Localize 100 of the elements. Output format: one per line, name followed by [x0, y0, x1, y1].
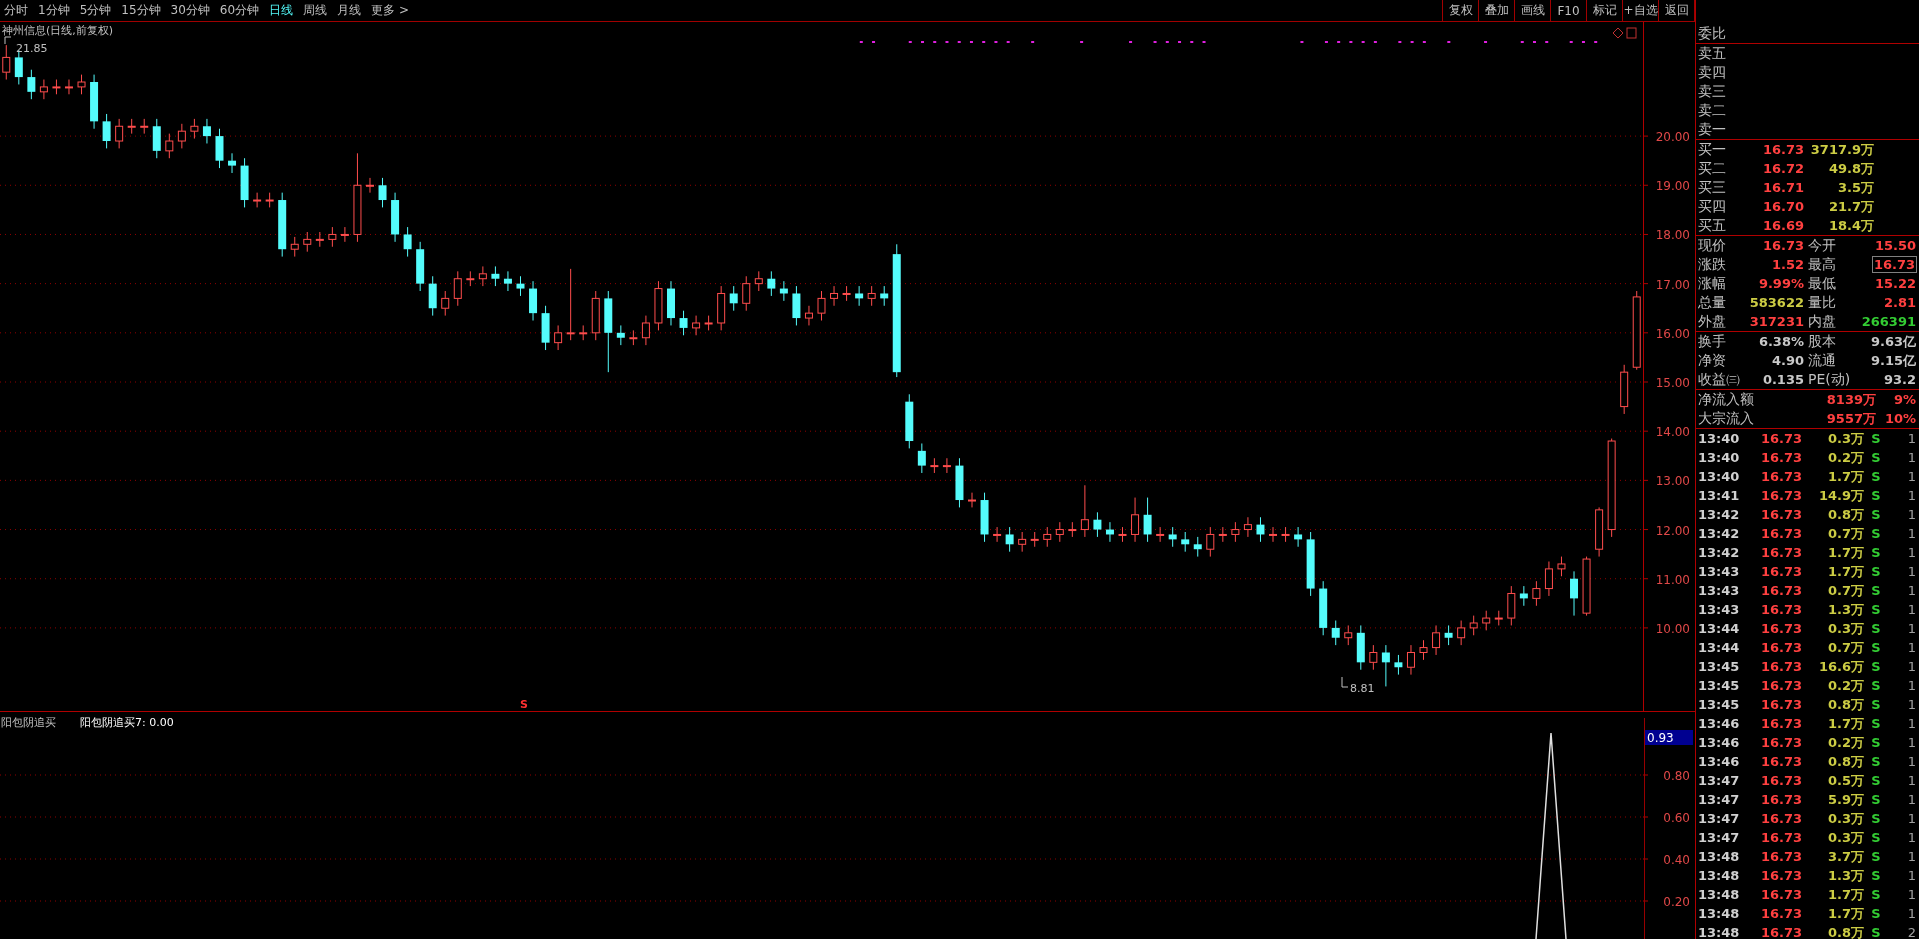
trade-volume: 0.8万	[1827, 752, 1864, 771]
indicator-reading: 阳包阴追买7: 0.00	[80, 716, 174, 729]
bid-volume: 21.7万	[1828, 197, 1874, 216]
trade-time: 13:42	[1698, 526, 1741, 541]
quote-label: 委比	[1698, 24, 1727, 43]
trade-side: S	[1870, 678, 1882, 693]
bid-label: 买三	[1698, 178, 1727, 197]
trade-volume: 1.3万	[1827, 866, 1864, 885]
trade-time: 13:48	[1698, 906, 1741, 921]
ask-label: 卖一	[1698, 120, 1727, 139]
trade-volume: 0.7万	[1827, 638, 1864, 657]
candlestick	[1093, 511, 1102, 538]
trade-count: 1	[1907, 488, 1916, 503]
trade-volume: 1.7万	[1827, 562, 1864, 581]
trade-time: 13:47	[1698, 830, 1741, 845]
trade-count: 1	[1907, 450, 1916, 465]
trade-side: S	[1870, 697, 1882, 712]
trade-side: S	[1870, 716, 1882, 731]
trade-side: S	[1870, 849, 1882, 864]
period-tab[interactable]: 1分钟	[38, 2, 70, 19]
period-tab[interactable]: 更多 >	[371, 2, 409, 19]
square-icon	[1626, 27, 1637, 39]
toolbar-button[interactable]: +自选	[1623, 0, 1659, 21]
price-axis-label: 20.00	[1655, 130, 1690, 145]
candlestick	[1256, 516, 1265, 543]
candlestick	[77, 74, 86, 95]
candlestick	[202, 118, 211, 144]
trade-count: 1	[1907, 697, 1916, 712]
trade-volume: 1.7万	[1827, 904, 1864, 923]
candlestick	[1544, 561, 1553, 597]
stat-value: 15.22	[1874, 276, 1916, 291]
candlestick	[566, 268, 575, 341]
trade-time: 13:45	[1698, 659, 1741, 674]
trade-price: 16.73	[1760, 621, 1802, 636]
current-value-tag: 0.93	[1645, 730, 1693, 745]
trade-price: 16.73	[1760, 697, 1802, 712]
bid-price: 16.73	[1762, 142, 1804, 157]
period-tab[interactable]: 周线	[303, 2, 328, 19]
stat-label: 涨幅	[1698, 274, 1727, 293]
leader-line	[4, 36, 12, 45]
trade-volume: 1.3万	[1827, 600, 1864, 619]
period-tab[interactable]: 分时	[4, 2, 28, 19]
candlestick	[1005, 526, 1014, 553]
trade-price: 16.73	[1760, 678, 1802, 693]
stat-value: 1.52	[1771, 257, 1804, 272]
period-tab[interactable]: 30分钟	[170, 2, 210, 19]
candlestick	[64, 79, 73, 95]
stat-label: 股本	[1807, 332, 1837, 351]
trade-volume: 1.7万	[1827, 543, 1864, 562]
candlestick	[365, 177, 374, 194]
trade-price: 16.73	[1760, 849, 1802, 864]
candlestick	[1168, 526, 1177, 548]
candlestick	[855, 285, 864, 307]
stat-label: 量比	[1807, 293, 1837, 312]
stat-value: 9.99%	[1758, 276, 1804, 291]
trade-price: 16.73	[1760, 507, 1802, 522]
trade-time: 13:43	[1698, 564, 1741, 579]
trade-side: S	[1870, 640, 1882, 655]
trade-time: 13:41	[1698, 488, 1741, 503]
trade-time: 13:46	[1698, 716, 1741, 731]
trade-volume: 0.8万	[1827, 505, 1864, 524]
trade-count: 1	[1907, 849, 1916, 864]
candlestick	[742, 275, 751, 312]
trade-price: 16.73	[1760, 792, 1802, 807]
trade-side: S	[1870, 659, 1882, 674]
price-axis-label: 16.00	[1655, 326, 1690, 341]
trade-side: S	[1870, 811, 1882, 826]
candlestick	[503, 270, 512, 292]
price-axis-label: 15.00	[1655, 376, 1690, 390]
trade-time: 13:48	[1698, 887, 1741, 902]
trade-price: 16.73	[1760, 545, 1802, 560]
period-tab[interactable]: 日线	[269, 2, 294, 19]
trade-price: 16.73	[1760, 431, 1802, 446]
candlestick	[1457, 620, 1466, 646]
price-axis-label: 18.00	[1655, 228, 1690, 243]
trade-side: S	[1870, 868, 1882, 883]
period-tab[interactable]: 5分钟	[79, 2, 112, 19]
trade-time: 13:40	[1698, 469, 1741, 484]
candlestick	[1344, 624, 1353, 646]
trade-time: 13:44	[1698, 621, 1741, 636]
trade-time: 13:47	[1698, 792, 1741, 807]
trade-count: 1	[1907, 830, 1916, 845]
trade-side: S	[1870, 925, 1882, 939]
candlestick	[641, 315, 650, 346]
stat-label: 涨跌	[1698, 255, 1727, 274]
trade-volume: 0.3万	[1827, 809, 1864, 828]
trade-time: 13:40	[1698, 431, 1741, 446]
candlestick	[1143, 497, 1152, 543]
period-tab[interactable]: 15分钟	[121, 2, 161, 19]
trade-price: 16.73	[1760, 868, 1802, 883]
candlestick	[1444, 624, 1453, 646]
candlestick	[679, 310, 688, 336]
stat-value: 15.50	[1874, 238, 1916, 253]
period-tab[interactable]: 60分钟	[219, 2, 260, 19]
trade-side: S	[1870, 754, 1882, 769]
trade-time: 13:46	[1698, 754, 1741, 769]
trade-side: S	[1870, 621, 1882, 636]
period-tab[interactable]: 月线	[337, 2, 362, 19]
trade-side: S	[1870, 887, 1882, 902]
candlestick	[1231, 521, 1240, 543]
